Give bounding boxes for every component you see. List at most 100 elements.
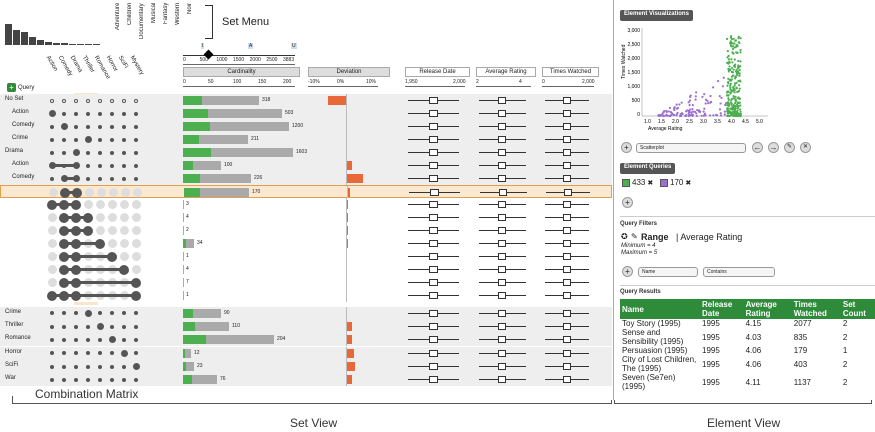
cardinality-bar[interactable]	[183, 226, 184, 235]
matrix-cell[interactable]	[110, 124, 114, 129]
matrix-cell[interactable]	[74, 337, 78, 342]
matrix-cell[interactable]	[98, 124, 102, 129]
matrix-cell[interactable]	[86, 377, 90, 382]
matrix-cell[interactable]	[83, 200, 93, 209]
edit-pencil-icon[interactable]: ✎	[784, 142, 795, 153]
row-label[interactable]: No Set	[5, 96, 23, 102]
set-row[interactable]: 7	[0, 276, 612, 289]
slider-marker-a[interactable]: A	[248, 43, 254, 49]
matrix-cell[interactable]	[122, 324, 126, 329]
matrix-cell[interactable]	[86, 98, 90, 103]
matrix-cell[interactable]	[50, 311, 54, 316]
row-label[interactable]: Thriller	[5, 322, 23, 328]
matrix-cell[interactable]	[134, 150, 138, 155]
slider-marker-u[interactable]: U	[291, 43, 297, 49]
row-label[interactable]: Action	[12, 109, 29, 115]
matrix-cell[interactable]	[134, 124, 138, 129]
set-menu-item[interactable]: Noir	[187, 3, 193, 39]
matrix-cell[interactable]	[110, 364, 114, 369]
cardinality-header[interactable]: Cardinality	[183, 67, 300, 77]
matrix-cell[interactable]	[120, 349, 128, 357]
matrix-cell[interactable]	[50, 98, 54, 103]
matrix-cell[interactable]	[50, 351, 54, 356]
set-row[interactable]: 34	[0, 237, 612, 250]
set-row[interactable]: Action 100	[0, 159, 612, 172]
matrix-cell[interactable]	[122, 364, 126, 369]
table-row[interactable]: Seven (Se7en) (1995) 1995 4.11 1137 2	[620, 373, 875, 391]
results-column-header[interactable]: Average Rating	[743, 299, 792, 319]
set-menu-item[interactable]: Children	[127, 3, 133, 39]
matrix-cell[interactable]	[98, 163, 102, 168]
matrix-cell[interactable]	[110, 351, 114, 356]
matrix-cell[interactable]	[50, 324, 54, 329]
matrix-cell[interactable]	[50, 377, 54, 382]
matrix-cell[interactable]	[131, 239, 141, 248]
matrix-cell[interactable]	[110, 98, 114, 103]
matrix-cell[interactable]	[50, 176, 54, 181]
results-column-header[interactable]: Set Count	[840, 299, 875, 319]
matrix-cell[interactable]	[108, 336, 116, 344]
matrix-cell[interactable]	[86, 111, 90, 116]
row-label[interactable]: War	[5, 375, 16, 381]
row-label[interactable]: Drama	[5, 148, 23, 154]
cardinality-bar[interactable]	[183, 213, 184, 222]
matrix-cell[interactable]	[74, 351, 78, 356]
matrix-cell[interactable]	[86, 364, 90, 369]
matrix-cell[interactable]	[98, 98, 102, 103]
matrix-cell[interactable]	[62, 311, 66, 316]
set-row[interactable]: 2	[0, 224, 612, 237]
matrix-cell[interactable]	[86, 351, 90, 356]
matrix-cell[interactable]	[98, 111, 102, 116]
matrix-cell[interactable]	[96, 188, 106, 197]
set-row[interactable]: 1	[0, 289, 612, 302]
matrix-cell[interactable]	[108, 188, 118, 197]
set-row[interactable]: 1	[0, 250, 612, 263]
matrix-cell[interactable]	[86, 163, 90, 168]
matrix-cell[interactable]	[134, 337, 138, 342]
matrix-cell[interactable]	[110, 176, 114, 181]
set-row[interactable]: Horror 12	[0, 346, 612, 360]
matrix-cell[interactable]	[47, 239, 57, 248]
matrix-cell[interactable]	[134, 111, 138, 116]
table-row[interactable]: City of Lost Children, The (1995) 1995 4.0…	[620, 355, 875, 373]
matrix-cell[interactable]	[47, 252, 57, 261]
matrix-cell[interactable]	[131, 226, 141, 235]
set-size-bar[interactable]	[29, 37, 36, 45]
scatterplot[interactable]: 3,000 2,500 2,000 1,500 1,000 500 0 1.0 1.5 2.0 2.…	[620, 24, 770, 136]
set-size-bar[interactable]	[13, 30, 20, 45]
query-chip[interactable]: 170 ✖	[660, 177, 691, 188]
matrix-cell[interactable]	[47, 226, 57, 235]
matrix-cell[interactable]	[98, 351, 102, 356]
matrix-cell[interactable]	[110, 163, 114, 168]
table-row[interactable]: Sense and Sensibility (1995) 1995 4.03 835 2	[620, 328, 875, 346]
matrix-cell[interactable]	[47, 265, 57, 274]
matrix-cell[interactable]	[84, 136, 92, 143]
matrix-cell[interactable]	[122, 150, 126, 155]
set-row[interactable]: Crime 90	[0, 306, 612, 320]
results-column-header[interactable]: Release Date	[700, 299, 744, 319]
set-row[interactable]: Drama 1603	[0, 146, 612, 159]
matrix-cell[interactable]	[50, 337, 54, 342]
set-row[interactable]: Romance 204	[0, 333, 612, 347]
matrix-cell[interactable]	[122, 98, 126, 103]
matrix-cell[interactable]	[134, 311, 138, 316]
matrix-cell[interactable]	[74, 324, 78, 329]
set-row[interactable]: No Set 318	[0, 94, 612, 107]
deviation-header[interactable]: Deviation	[308, 67, 390, 77]
matrix-cell[interactable]	[122, 176, 126, 181]
row-label[interactable]: Horror	[5, 349, 22, 355]
matrix-cell[interactable]	[62, 337, 66, 342]
matrix-cell[interactable]	[134, 351, 138, 356]
table-row[interactable]: Persuasion (1995) 1995 4.06 179 1	[620, 346, 875, 355]
matrix-cell[interactable]	[50, 137, 54, 142]
matrix-cell[interactable]	[131, 265, 141, 274]
matrix-cell[interactable]	[110, 150, 114, 155]
matrix-cell[interactable]	[98, 150, 102, 155]
matrix-cell[interactable]	[86, 176, 90, 181]
matrix-cell[interactable]	[122, 377, 126, 382]
query-chip[interactable]: 433 ✖	[622, 177, 653, 188]
set-menu-item[interactable]: Musical	[151, 3, 157, 39]
matrix-cell[interactable]	[119, 200, 129, 209]
row-label[interactable]: Action	[12, 161, 29, 167]
matrix-cell[interactable]	[110, 311, 114, 316]
